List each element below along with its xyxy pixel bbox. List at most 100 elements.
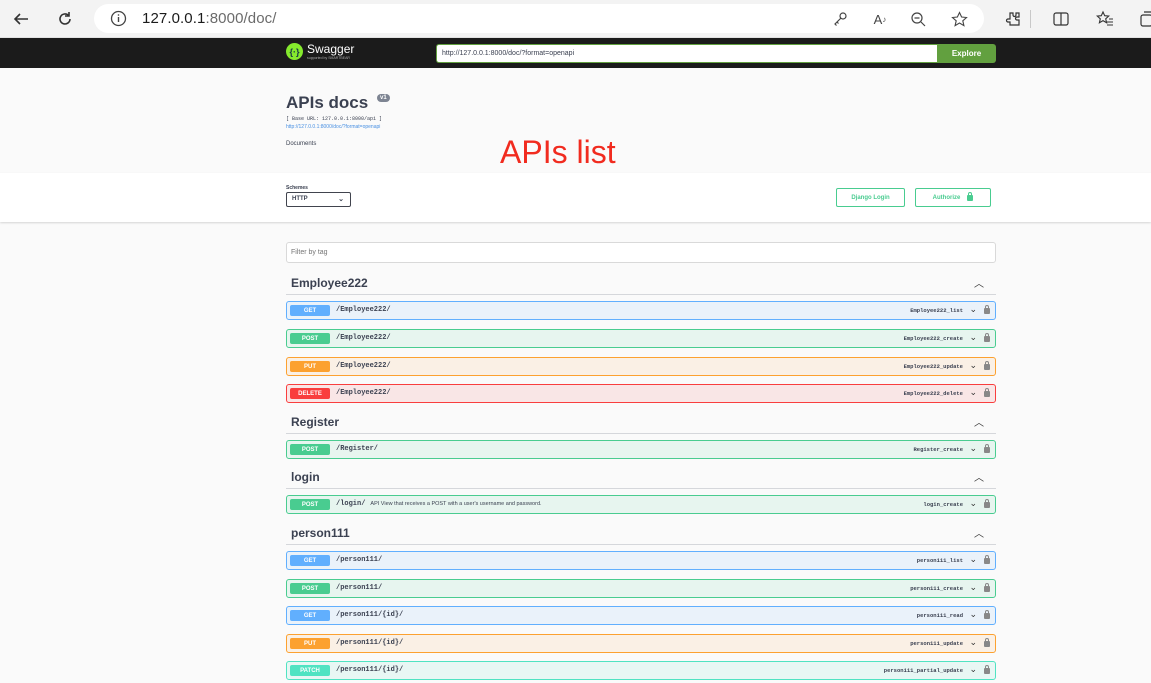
path-text: /login/ bbox=[336, 500, 366, 508]
operation-id: person111_create bbox=[910, 585, 963, 592]
path-text: /person111/ bbox=[336, 584, 383, 592]
operation-row[interactable]: PATCH/person111/{id}/ person111_partial_u… bbox=[286, 661, 996, 680]
method-badge: DELETE bbox=[290, 388, 330, 399]
chevron-up-icon[interactable]: ︿ bbox=[974, 275, 984, 290]
path-text: /Employee222/ bbox=[336, 362, 391, 370]
filter-by-tag-input[interactable]: Filter by tag bbox=[286, 242, 996, 263]
refresh-icon[interactable] bbox=[52, 6, 78, 32]
tag-section-header[interactable]: Register ︿ bbox=[286, 414, 996, 434]
lock-icon[interactable] bbox=[984, 333, 990, 342]
operation-path: /Employee222/ bbox=[336, 306, 396, 314]
logo-subtitle: supported by SMARTBEAR bbox=[307, 56, 350, 60]
chevron-down-icon[interactable]: ⌄ bbox=[969, 498, 977, 509]
chevron-down-icon[interactable]: ⌄ bbox=[969, 609, 977, 620]
lock-icon[interactable] bbox=[984, 665, 990, 674]
operation-path: /person111/ bbox=[336, 556, 387, 564]
method-badge: POST bbox=[290, 444, 330, 455]
swagger-logo-icon: {·} bbox=[286, 43, 303, 60]
lock-icon[interactable] bbox=[984, 555, 990, 564]
operation-path: /person111/{id}/ bbox=[336, 611, 408, 619]
chevron-up-icon[interactable]: ︿ bbox=[974, 469, 984, 484]
collections-icon[interactable] bbox=[1136, 8, 1151, 30]
chevron-down-icon[interactable]: ⌄ bbox=[969, 443, 977, 454]
operation-row[interactable]: PUT/person111/{id}/ person111_update ⌄ bbox=[286, 634, 996, 653]
method-badge: POST bbox=[290, 499, 330, 510]
favorite-star-icon[interactable] bbox=[949, 9, 969, 29]
chevron-down-icon[interactable]: ⌄ bbox=[969, 387, 977, 398]
path-text: /person111/ bbox=[336, 556, 383, 564]
method-badge: GET bbox=[290, 305, 330, 316]
operation-path: /Employee222/ bbox=[336, 362, 396, 370]
method-badge: PUT bbox=[290, 361, 330, 372]
extensions-icon[interactable] bbox=[1002, 8, 1024, 30]
lock-icon[interactable] bbox=[984, 499, 990, 508]
tag-section-header[interactable]: Employee222 ︿ bbox=[286, 275, 996, 295]
django-login-button[interactable]: Django Login bbox=[836, 188, 905, 207]
operation-row[interactable]: POST/Employee222/Employee222_create ⌄ bbox=[286, 329, 996, 348]
lock-icon[interactable] bbox=[984, 361, 990, 370]
address-url: 127.0.0.1:8000/doc/ bbox=[142, 10, 277, 27]
lock-icon bbox=[967, 191, 974, 201]
read-aloud-icon[interactable]: A ♪ bbox=[870, 9, 890, 29]
tag-section-header[interactable]: login ︿ bbox=[286, 469, 996, 489]
lock-icon[interactable] bbox=[984, 444, 990, 453]
zoom-out-icon[interactable] bbox=[908, 9, 928, 29]
operation-row[interactable]: DELETE/Employee222/Employee222_delete ⌄ bbox=[286, 384, 996, 403]
method-badge: POST bbox=[290, 583, 330, 594]
operation-row[interactable]: GET/person111/person111_list ⌄ bbox=[286, 551, 996, 570]
favorites-icon[interactable] bbox=[1094, 8, 1116, 30]
operation-id: person111_update bbox=[910, 640, 963, 647]
explore-url-input[interactable]: http://127.0.0.1:8000/doc/?format=openap… bbox=[436, 44, 938, 63]
operation-path: /person111/{id}/ bbox=[336, 666, 408, 674]
address-bar[interactable]: 127.0.0.1:8000/doc/ A ♪ bbox=[94, 4, 984, 33]
chevron-down-icon[interactable]: ⌄ bbox=[969, 664, 977, 675]
operation-row[interactable]: POST/Register/Register_create ⌄ bbox=[286, 440, 996, 459]
schemes-select[interactable]: HTTP ⌄ bbox=[286, 192, 351, 207]
key-icon[interactable] bbox=[830, 9, 850, 29]
authorize-button[interactable]: Authorize bbox=[915, 188, 991, 207]
browser-toolbar: 127.0.0.1:8000/doc/ A ♪ bbox=[0, 0, 1151, 38]
lock-icon[interactable] bbox=[984, 583, 990, 592]
path-text: /Register/ bbox=[336, 445, 379, 453]
lock-icon[interactable] bbox=[984, 388, 990, 397]
operation-row[interactable]: GET/person111/{id}/ person111_read ⌄ bbox=[286, 606, 996, 625]
split-screen-icon[interactable] bbox=[1050, 8, 1072, 30]
logo-text: Swagger bbox=[307, 42, 355, 56]
chevron-down-icon[interactable]: ⌄ bbox=[969, 304, 977, 315]
chevron-up-icon[interactable]: ︿ bbox=[974, 525, 984, 540]
tag-section-header[interactable]: person111 ︿ bbox=[286, 525, 996, 545]
version-badge: v1 bbox=[377, 94, 390, 102]
chevron-up-icon[interactable]: ︿ bbox=[974, 414, 984, 429]
operation-path: /person111/{id}/ bbox=[336, 639, 408, 647]
lock-icon[interactable] bbox=[984, 638, 990, 647]
site-info-icon[interactable] bbox=[110, 10, 127, 32]
operation-row[interactable]: POST/login/API View that receives a POST… bbox=[286, 495, 996, 514]
lock-icon[interactable] bbox=[984, 305, 990, 314]
path-text: /person111/{id}/ bbox=[336, 611, 404, 619]
operation-id: Employee222_delete bbox=[903, 390, 963, 397]
operation-id: person111_partial_update bbox=[883, 667, 963, 674]
operation-row[interactable]: GET/Employee222/Employee222_list ⌄ bbox=[286, 301, 996, 320]
operation-id: Employee222_list bbox=[910, 307, 963, 314]
lock-icon[interactable] bbox=[984, 610, 990, 619]
path-text: /person111/{id}/ bbox=[336, 666, 404, 674]
operation-row[interactable]: PUT/Employee222/Employee222_update ⌄ bbox=[286, 357, 996, 376]
method-badge: PUT bbox=[290, 638, 330, 649]
operation-id: person111_list bbox=[916, 557, 963, 564]
explore-button[interactable]: Explore bbox=[937, 44, 996, 63]
scheme-container: Schemes HTTP ⌄ Django Login Authorize bbox=[0, 173, 1151, 222]
method-badge: PATCH bbox=[290, 665, 330, 676]
swagger-logo[interactable]: {·} Swagger supported by SMARTBEAR bbox=[286, 43, 354, 60]
chevron-down-icon[interactable]: ⌄ bbox=[969, 554, 977, 565]
chevron-down-icon[interactable]: ⌄ bbox=[969, 582, 977, 593]
chevron-down-icon[interactable]: ⌄ bbox=[969, 360, 977, 371]
schemes-selected-value: HTTP bbox=[292, 196, 308, 202]
chevron-down-icon[interactable]: ⌄ bbox=[969, 332, 977, 343]
operation-row[interactable]: POST/person111/person111_create ⌄ bbox=[286, 579, 996, 598]
tag-name: Register bbox=[291, 415, 340, 429]
back-arrow-icon[interactable] bbox=[8, 6, 34, 32]
base-url: [ Base URL: 127.0.0.1:8000/api ] bbox=[286, 116, 383, 122]
operation-path: /Employee222/ bbox=[336, 334, 396, 342]
chevron-down-icon[interactable]: ⌄ bbox=[969, 637, 977, 648]
spec-link[interactable]: http://127.0.0.1:8000/doc/?format=openap… bbox=[286, 124, 380, 130]
